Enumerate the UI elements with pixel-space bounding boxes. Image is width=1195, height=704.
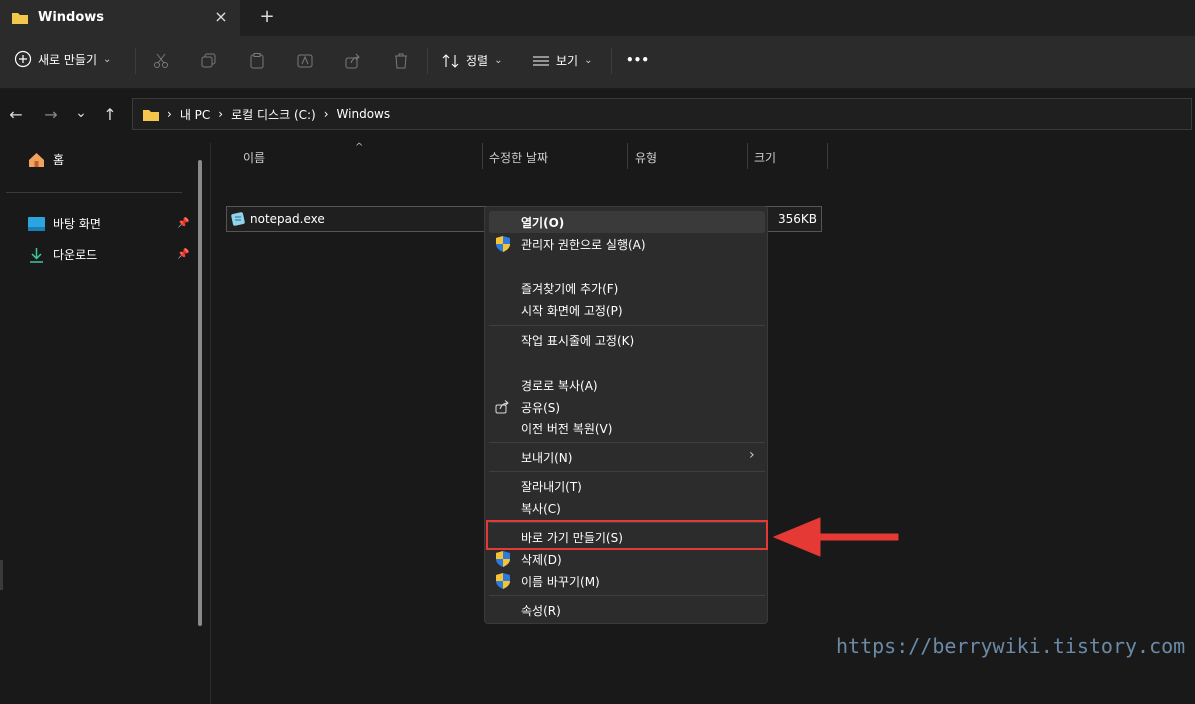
menu-separator: [489, 595, 765, 596]
column-separator[interactable]: [827, 143, 828, 169]
column-separator[interactable]: [627, 143, 628, 169]
breadcrumb-separator: ›: [167, 107, 172, 121]
column-header-size[interactable]: 크기: [754, 149, 776, 166]
sidebar-item-label: 다운로드: [53, 248, 98, 262]
annotation-highlight-box: [486, 520, 768, 550]
home-icon: [29, 152, 44, 167]
context-menu: 열기(O) 관리자 권한으로 실행(A) 즐겨찾기에 추가(F) 시작 화면에 …: [484, 206, 768, 624]
sidebar-item-desktop[interactable]: 바탕 화면: [28, 215, 101, 232]
breadcrumb-my-pc[interactable]: 내 PC: [180, 106, 210, 123]
pane-divider: [210, 143, 211, 704]
uac-shield-icon: [496, 551, 510, 567]
menu-separator: [489, 442, 765, 443]
menu-item-properties[interactable]: 속성(R): [521, 602, 561, 619]
view-label: 보기: [556, 54, 579, 68]
delete-icon[interactable]: [390, 50, 412, 72]
forward-arrow-icon[interactable]: →: [40, 104, 62, 126]
uac-shield-icon: [496, 236, 510, 252]
new-tab-icon[interactable]: +: [258, 8, 276, 26]
chevron-down-icon: ⌄: [494, 55, 503, 66]
menu-item-share[interactable]: 공유(S): [521, 399, 560, 416]
paste-icon[interactable]: [246, 50, 268, 72]
share-icon: [495, 400, 509, 414]
toolbar-divider: [427, 48, 428, 74]
plus-circle-icon: [14, 50, 32, 68]
menu-item-add-favorites[interactable]: 즐겨찾기에 추가(F): [521, 280, 618, 297]
desktop-icon: [28, 216, 45, 231]
cut-icon[interactable]: [150, 50, 172, 72]
copy-icon[interactable]: [198, 50, 220, 72]
sort-icon: [442, 53, 459, 68]
chevron-down-icon: ⌄: [103, 53, 112, 65]
column-separator[interactable]: [747, 143, 748, 169]
sidebar-item-home[interactable]: 홈: [28, 151, 64, 168]
back-arrow-icon[interactable]: ←: [5, 104, 27, 126]
annotation-arrow-icon: [773, 517, 899, 557]
uac-shield-icon: [496, 573, 510, 589]
menu-item-open[interactable]: 열기(O): [521, 214, 564, 231]
menu-item-copy[interactable]: 복사(C): [521, 500, 561, 517]
toolbar: [0, 36, 1195, 89]
menu-item-send-to[interactable]: 보내기(N): [521, 449, 572, 466]
menu-item-cut[interactable]: 잘라내기(T): [521, 478, 582, 495]
chevron-right-icon: ›: [749, 447, 755, 463]
menu-separator: [489, 325, 765, 326]
tab-windows[interactable]: Windows ×: [0, 0, 240, 36]
sidebar-item-downloads[interactable]: 다운로드: [28, 246, 97, 263]
breadcrumb-windows[interactable]: Windows: [337, 107, 391, 121]
chevron-down-icon: ⌄: [584, 55, 593, 66]
pin-icon: 📌: [177, 218, 190, 229]
view-icon: [533, 55, 549, 66]
column-header-type[interactable]: 유형: [635, 149, 657, 166]
watermark: https://berrywiki.tistory.com: [836, 634, 1186, 658]
recent-locations-icon[interactable]: ⌄: [70, 102, 92, 124]
sidebar-resize-handle[interactable]: [0, 560, 3, 590]
sidebar-divider: [6, 192, 182, 193]
notepad-icon: [231, 212, 245, 226]
menu-item-restore-previous[interactable]: 이전 버전 복원(V): [521, 420, 612, 437]
close-tab-icon[interactable]: ×: [212, 8, 230, 26]
sort-ascending-icon: ^: [355, 142, 364, 153]
sidebar-item-label: 홈: [53, 153, 65, 167]
more-options-icon[interactable]: •••: [626, 53, 649, 67]
folder-icon: [143, 109, 159, 121]
up-arrow-icon[interactable]: ↑: [99, 104, 121, 126]
pin-icon: 📌: [177, 249, 190, 260]
sort-label: 정렬: [466, 54, 489, 68]
menu-item-pin-taskbar[interactable]: 작업 표시줄에 고정(K): [521, 332, 634, 349]
file-name: notepad.exe: [250, 212, 325, 226]
menu-item-rename[interactable]: 이름 바꾸기(M): [521, 573, 600, 590]
tab-title: Windows: [38, 10, 105, 25]
column-header-name[interactable]: 이름: [243, 149, 265, 166]
column-separator[interactable]: [482, 143, 483, 169]
toolbar-divider: [135, 48, 136, 74]
address-bar[interactable]: › 내 PC › 로컬 디스크 (C:) › Windows: [132, 98, 1192, 130]
folder-icon: [12, 13, 28, 24]
menu-item-copy-path[interactable]: 경로로 복사(A): [521, 377, 598, 394]
breadcrumb-separator: ›: [323, 107, 329, 121]
sidebar-scrollbar[interactable]: [198, 160, 202, 626]
column-header-modified[interactable]: 수정한 날짜: [489, 149, 548, 166]
breadcrumb-local-disk[interactable]: 로컬 디스크 (C:): [231, 106, 316, 123]
menu-item-delete[interactable]: 삭제(D): [521, 551, 562, 568]
share-icon[interactable]: [342, 50, 364, 72]
file-size: 356KB: [777, 212, 817, 226]
menu-separator: [489, 471, 765, 472]
new-label: 새로 만들기: [38, 52, 98, 67]
rename-icon[interactable]: [294, 50, 316, 72]
sidebar-item-label: 바탕 화면: [53, 217, 101, 231]
download-icon: [30, 247, 43, 263]
menu-item-pin-start[interactable]: 시작 화면에 고정(P): [521, 302, 623, 319]
menu-item-run-as-admin[interactable]: 관리자 권한으로 실행(A): [521, 236, 646, 253]
view-button[interactable]: 보기 ⌄: [532, 52, 592, 69]
breadcrumb-separator: ›: [218, 107, 224, 121]
toolbar-divider: [611, 48, 612, 74]
new-button[interactable]: 새로 만들기 ⌄: [14, 50, 111, 68]
sort-button[interactable]: 정렬 ⌄: [442, 52, 502, 69]
